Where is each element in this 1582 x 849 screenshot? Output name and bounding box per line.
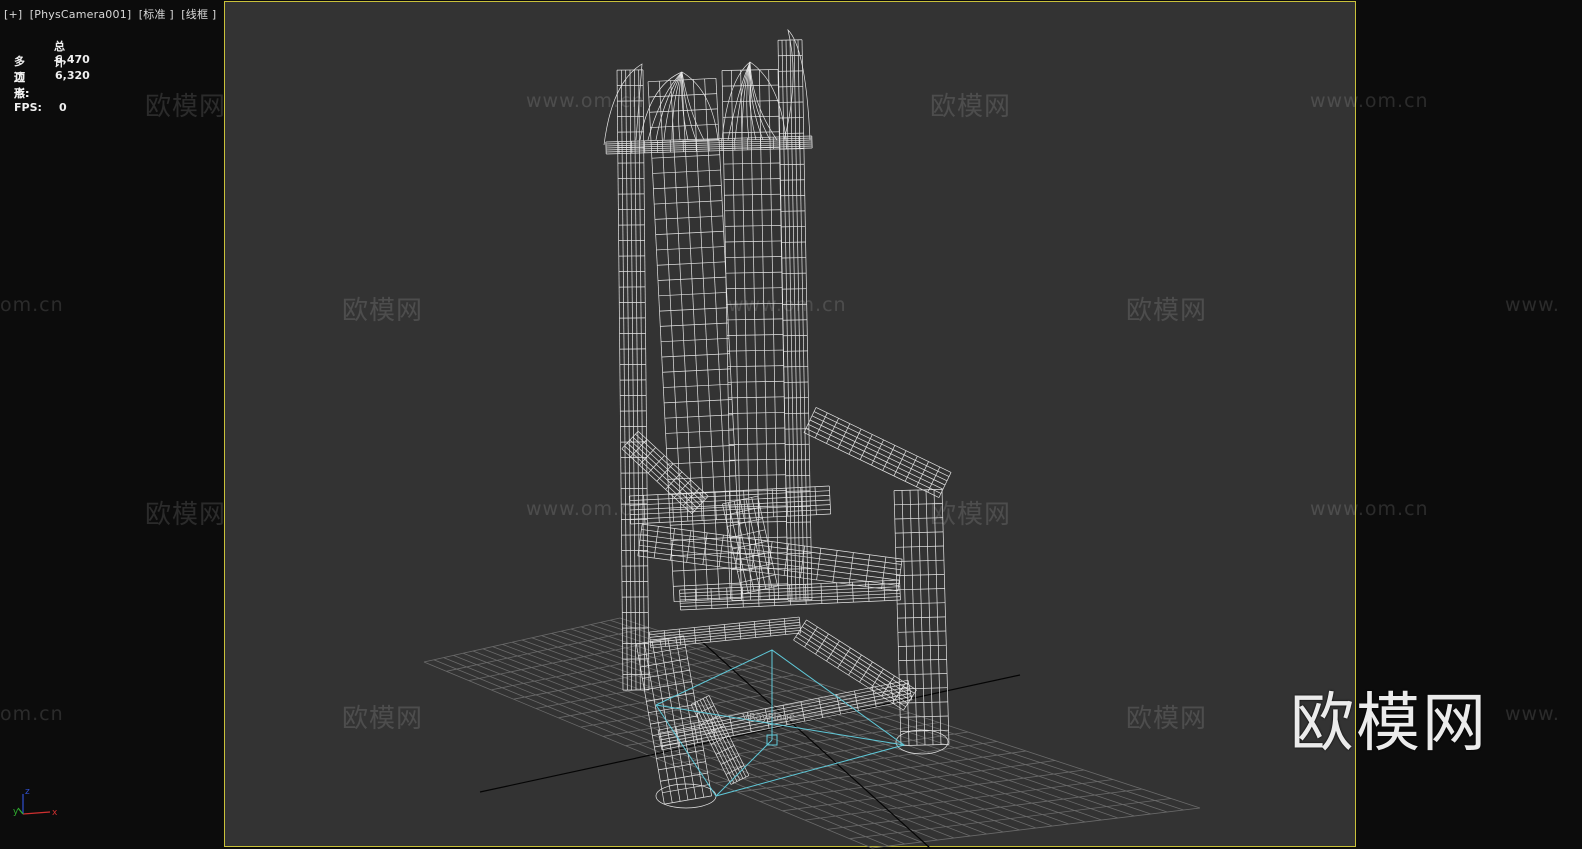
vertices-label: 顶点: <box>14 71 30 100</box>
watermark-text: 欧模网 <box>930 92 1012 122</box>
vertices-value: 6,320 <box>55 69 90 82</box>
viewport-label[interactable]: [+] [PhysCamera001] [标准 ] [线框 ] <box>4 6 216 22</box>
watermark-text: 欧模网 <box>342 296 424 326</box>
watermark-text: 欧模网 <box>1126 704 1208 734</box>
watermark-url: www.om.cn <box>1310 498 1429 520</box>
watermark-text: 欧模网 <box>145 500 227 530</box>
watermark-text: 欧模网 <box>342 704 424 734</box>
axis-y-label: y <box>13 807 19 817</box>
polygons-value: 6,470 <box>55 53 90 66</box>
watermark-text: 欧模网 <box>145 92 227 122</box>
watermark-url: www.om.cn <box>1310 90 1429 112</box>
watermark-url: www. <box>1505 703 1560 725</box>
watermark-text: 欧模网 <box>1126 296 1208 326</box>
axis-z-label: z <box>25 787 30 797</box>
ground-grid <box>423 617 1201 849</box>
watermark-url: om.cn <box>0 703 64 725</box>
axis-gizmo-icon: x z y <box>13 787 58 818</box>
watermark-url: om.cn <box>0 294 64 316</box>
viewport[interactable]: VRayPlane [+] [PhysCamera001] [标准 ] [线框 … <box>0 0 1582 849</box>
watermark-url: www. <box>1505 294 1560 316</box>
chair-wireframe[interactable] <box>603 28 952 809</box>
watermark-url: www.om.cn <box>526 90 645 112</box>
watermark-text: 欧模网 <box>930 500 1012 530</box>
fps-value: 0 <box>59 101 67 114</box>
logo-watermark: 欧模网 <box>1290 687 1488 761</box>
axis-x-label: x <box>52 808 58 818</box>
watermark-url: www.om.cn <box>526 498 645 520</box>
vray-plane-label: VRayPlane <box>742 712 796 723</box>
fps-label: FPS: <box>14 101 42 114</box>
watermark-url: www.om.cn <box>728 294 847 316</box>
